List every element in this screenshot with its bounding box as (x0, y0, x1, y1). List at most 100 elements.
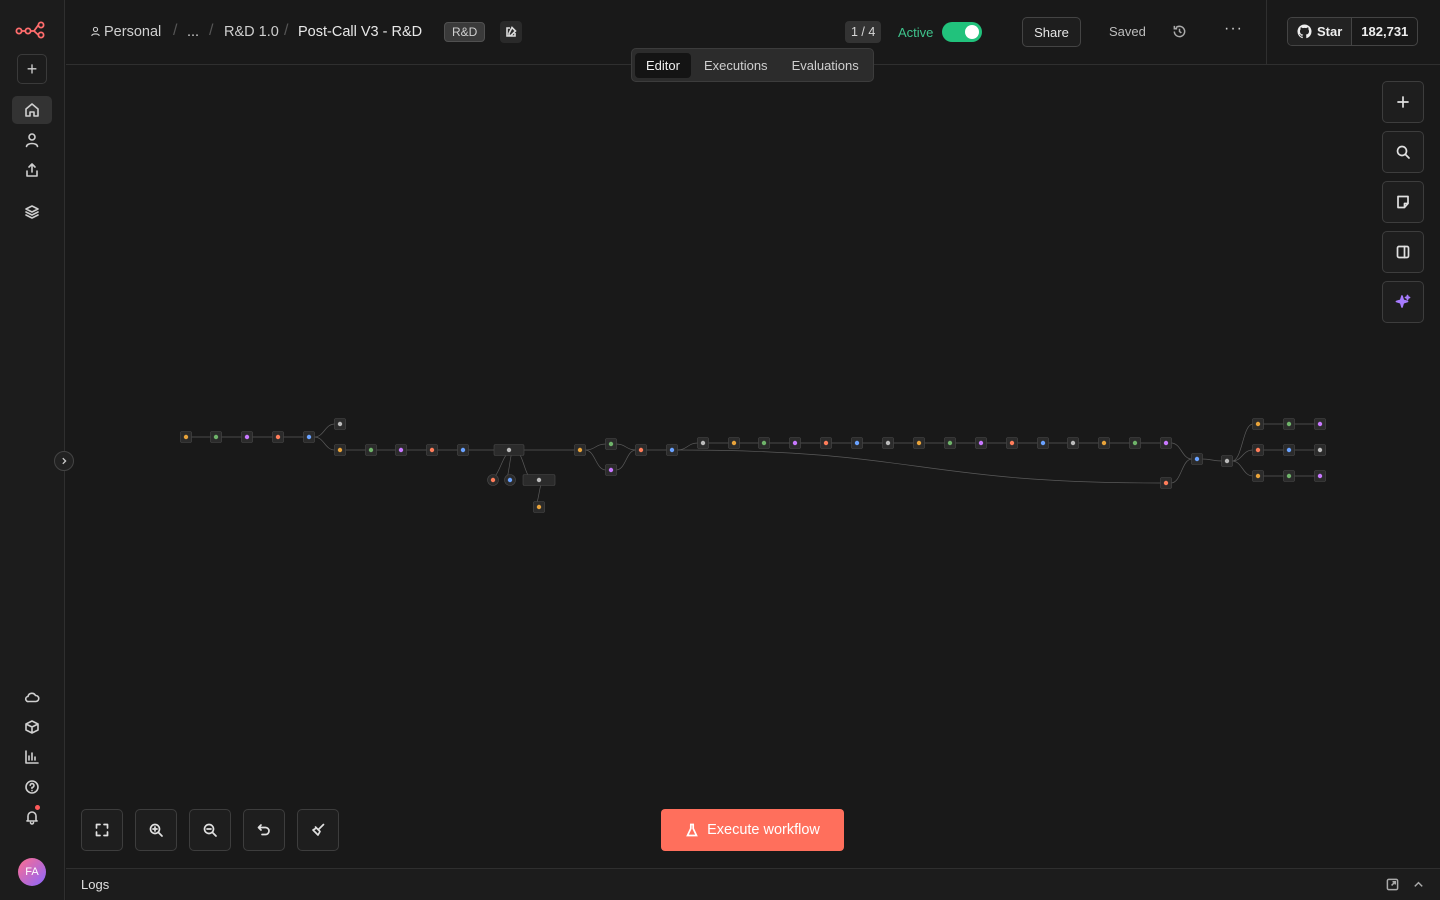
workflow-node[interactable] (574, 444, 586, 456)
workflow-node[interactable] (1129, 437, 1141, 449)
pop-out-logs-button[interactable] (1386, 878, 1400, 892)
workflow-node[interactable] (1098, 437, 1110, 449)
share-button[interactable]: Share (1022, 17, 1081, 47)
workflow-node[interactable] (975, 437, 987, 449)
workflow-node[interactable] (1252, 418, 1264, 430)
active-toggle[interactable] (942, 22, 982, 42)
tab-executions[interactable]: Executions (693, 53, 779, 78)
workflow-node[interactable] (426, 444, 438, 456)
breadcrumb-ellipsis[interactable]: ... (187, 24, 199, 40)
sidebar-item-personal[interactable] (12, 126, 52, 154)
github-star-widget[interactable]: Star 182,731 (1287, 17, 1419, 46)
breadcrumb-separator: / (284, 22, 289, 39)
workflow-node[interactable] (913, 437, 925, 449)
layers-icon (25, 205, 39, 219)
workflow-connection (584, 449, 607, 471)
workflow-node[interactable] (457, 444, 469, 456)
workflow-name[interactable]: Post-Call V3 - R&D (298, 24, 422, 40)
workflow-node[interactable] (504, 474, 516, 486)
fit-view-button[interactable] (81, 809, 123, 851)
expand-logs-button[interactable] (1412, 878, 1426, 892)
tab-evaluations[interactable]: Evaluations (781, 53, 870, 78)
workflow-node[interactable] (1067, 437, 1079, 449)
workflow-canvas[interactable] (66, 65, 1440, 868)
breadcrumb-project[interactable]: Personal (90, 24, 161, 40)
workflow-node[interactable] (605, 464, 617, 476)
n8n-logo-icon[interactable] (15, 20, 47, 40)
tidy-up-button[interactable] (297, 809, 339, 851)
workflow-node[interactable] (1191, 453, 1203, 465)
workflow-history-button[interactable] (1172, 24, 1189, 41)
workflow-node[interactable] (882, 437, 894, 449)
workflow-node[interactable] (334, 418, 346, 430)
workflow-node[interactable] (728, 437, 740, 449)
ai-assistant-button[interactable] (1382, 281, 1424, 323)
workflow-node[interactable] (210, 431, 222, 443)
sidebar-item-shared[interactable] (12, 156, 52, 184)
workflow-node[interactable] (789, 437, 801, 449)
search-nodes-button[interactable] (1382, 131, 1424, 173)
workflow-node[interactable] (1283, 470, 1295, 482)
sidebar-item-templates-2[interactable] (12, 713, 52, 741)
workflow-node[interactable] (697, 437, 709, 449)
workflow-node[interactable] (493, 444, 525, 456)
workflow-node[interactable] (666, 444, 678, 456)
sidebar-item-overview[interactable] (12, 96, 52, 124)
workflow-node[interactable] (395, 444, 407, 456)
workflow-node[interactable] (334, 444, 346, 456)
workflow-node[interactable] (533, 501, 545, 513)
create-new-button[interactable]: + (17, 54, 47, 84)
zoom-in-button[interactable] (135, 809, 177, 851)
workflow-node[interactable] (1314, 444, 1326, 456)
share-icon (26, 163, 38, 177)
workflow-tag[interactable]: R&D (444, 22, 486, 42)
workflow-node[interactable] (180, 431, 192, 443)
workflow-node[interactable] (241, 431, 253, 443)
workflow-node[interactable] (1006, 437, 1018, 449)
logs-bar[interactable]: Logs (66, 868, 1440, 900)
zoom-out-button[interactable] (189, 809, 231, 851)
workflow-node[interactable] (1283, 444, 1295, 456)
github-star-button[interactable]: Star (1288, 18, 1353, 45)
workflow-node[interactable] (1314, 470, 1326, 482)
expand-sidebar-button[interactable] (54, 451, 74, 471)
workflow-node[interactable] (635, 444, 647, 456)
workflow-node[interactable] (522, 474, 556, 486)
workflow-node[interactable] (272, 431, 284, 443)
sidebar-item-cloud[interactable] (12, 683, 52, 711)
workflow-node[interactable] (758, 437, 770, 449)
more-options-button[interactable]: ··· (1224, 20, 1243, 38)
avatar[interactable]: FA (18, 858, 46, 886)
workflow-node[interactable] (365, 444, 377, 456)
tab-editor[interactable]: Editor (635, 52, 691, 78)
execute-workflow-button[interactable]: Execute workflow (661, 809, 844, 851)
workflow-node[interactable] (820, 437, 832, 449)
workflow-node[interactable] (1252, 470, 1264, 482)
workflow-connection (1170, 442, 1193, 460)
add-sticky-note-button[interactable] (1382, 181, 1424, 223)
workflow-node[interactable] (605, 438, 617, 450)
workflow-node[interactable] (1037, 437, 1049, 449)
edit-tags-button[interactable] (500, 21, 522, 43)
workflow-node[interactable] (1221, 455, 1233, 467)
box-icon (25, 720, 39, 734)
toggle-panel-button[interactable] (1382, 231, 1424, 273)
undo-button[interactable] (243, 809, 285, 851)
add-node-button[interactable] (1382, 81, 1424, 123)
workflow-node[interactable] (1314, 418, 1326, 430)
workflow-node[interactable] (944, 437, 956, 449)
sidebar-item-help[interactable] (12, 773, 52, 801)
workflow-node[interactable] (851, 437, 863, 449)
sidebar-item-insights[interactable] (12, 743, 52, 771)
sparkles-icon (1395, 294, 1411, 308)
workflow-node[interactable] (1283, 418, 1295, 430)
breadcrumb-folder[interactable]: R&D 1.0 (224, 24, 279, 40)
workflow-node[interactable] (1160, 477, 1172, 489)
workflow-node[interactable] (303, 431, 315, 443)
panel-icon (1396, 245, 1410, 259)
workflow-node[interactable] (1160, 437, 1172, 449)
sidebar-item-templates[interactable] (12, 198, 52, 226)
workflow-node[interactable] (487, 474, 499, 486)
sidebar-item-notifications[interactable] (12, 803, 52, 831)
workflow-node[interactable] (1252, 444, 1264, 456)
